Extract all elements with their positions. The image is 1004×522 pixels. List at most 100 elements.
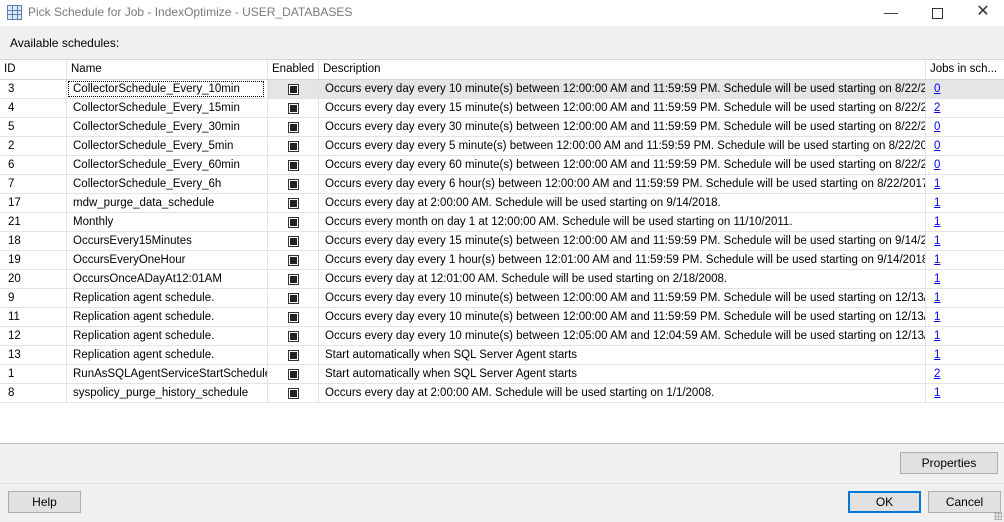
- jobs-count-link[interactable]: 1: [934, 311, 940, 323]
- enabled-checkbox[interactable]: [287, 293, 299, 304]
- table-row[interactable]: 5 CollectorSchedule_Every_30min Occurs eve…: [0, 118, 1004, 137]
- cancel-button[interactable]: Cancel: [928, 491, 1001, 513]
- enabled-checkbox[interactable]: [287, 84, 299, 95]
- cell-id: 21: [0, 213, 67, 232]
- enabled-checkbox[interactable]: [287, 369, 299, 380]
- resize-grip[interactable]: [994, 512, 1002, 520]
- enabled-checkbox[interactable]: [287, 122, 299, 133]
- cell-jobs: 2: [926, 99, 1004, 118]
- cell-enabled[interactable]: [268, 213, 319, 232]
- table-row[interactable]: 12 Replication agent schedule. Occurs ever…: [0, 327, 1004, 346]
- column-header-description[interactable]: Description: [319, 60, 926, 79]
- jobs-count-link[interactable]: 0: [934, 140, 940, 152]
- cell-enabled[interactable]: [268, 327, 319, 346]
- table-row[interactable]: 1 RunAsSQLAgentServiceStartSchedule Start …: [0, 365, 1004, 384]
- table-row[interactable]: 19 OccursEveryOneHour Occurs every day eve…: [0, 251, 1004, 270]
- cell-description: Occurs every day every 10 minute(s) betw…: [319, 80, 926, 99]
- enabled-checkbox[interactable]: [287, 198, 299, 209]
- jobs-count-link[interactable]: 1: [934, 387, 940, 399]
- close-button[interactable]: ✕: [960, 0, 1004, 26]
- cell-enabled[interactable]: [268, 175, 319, 194]
- enabled-checkbox[interactable]: [287, 388, 299, 399]
- table-row[interactable]: 20 OccursOnceADayAt12:01AM Occurs every da…: [0, 270, 1004, 289]
- cell-enabled[interactable]: [268, 99, 319, 118]
- jobs-count-link[interactable]: 0: [934, 159, 940, 171]
- table-row[interactable]: 4 CollectorSchedule_Every_15min Occurs eve…: [0, 99, 1004, 118]
- cell-name: CollectorSchedule_Every_15min: [67, 99, 268, 118]
- cell-enabled[interactable]: [268, 308, 319, 327]
- column-header-id[interactable]: ID: [0, 60, 67, 79]
- cell-id: 12: [0, 327, 67, 346]
- cell-enabled[interactable]: [268, 80, 319, 99]
- maximize-button[interactable]: [914, 0, 960, 26]
- jobs-count-link[interactable]: 2: [934, 102, 940, 114]
- cell-name: RunAsSQLAgentServiceStartSchedule: [67, 365, 268, 384]
- enabled-checkbox[interactable]: [287, 331, 299, 342]
- jobs-count-link[interactable]: 0: [934, 83, 940, 95]
- column-header-enabled[interactable]: Enabled: [268, 60, 319, 79]
- cell-enabled[interactable]: [268, 156, 319, 175]
- table-row[interactable]: 6 CollectorSchedule_Every_60min Occurs eve…: [0, 156, 1004, 175]
- jobs-count-link[interactable]: 1: [934, 216, 940, 228]
- cell-enabled[interactable]: [268, 365, 319, 384]
- table-row[interactable]: 2 CollectorSchedule_Every_5min Occurs ever…: [0, 137, 1004, 156]
- jobs-count-link[interactable]: 0: [934, 121, 940, 133]
- enabled-checkbox[interactable]: [287, 217, 299, 228]
- table-row[interactable]: 17 mdw_purge_data_schedule Occurs every da…: [0, 194, 1004, 213]
- minimize-button[interactable]: —: [868, 0, 914, 26]
- properties-button[interactable]: Properties: [900, 452, 998, 474]
- grid-header: ID Name Enabled Description Jobs in sch.…: [0, 60, 1004, 80]
- enabled-checkbox[interactable]: [287, 236, 299, 247]
- table-row[interactable]: 7 CollectorSchedule_Every_6h Occurs every …: [0, 175, 1004, 194]
- jobs-count-link[interactable]: 1: [934, 197, 940, 209]
- cell-enabled[interactable]: [268, 346, 319, 365]
- table-row[interactable]: 8 syspolicy_purge_history_schedule Occurs …: [0, 384, 1004, 403]
- jobs-count-link[interactable]: 1: [934, 292, 940, 304]
- cell-description: Occurs every day every 30 minute(s) betw…: [319, 118, 926, 137]
- jobs-count-link[interactable]: 1: [934, 178, 940, 190]
- enabled-checkbox[interactable]: [287, 141, 299, 152]
- table-row[interactable]: 21 Monthly Occurs every month on day 1 at …: [0, 213, 1004, 232]
- jobs-count-link[interactable]: 1: [934, 349, 940, 361]
- cell-jobs: 1: [926, 175, 1004, 194]
- column-header-name[interactable]: Name: [67, 60, 268, 79]
- enabled-checkbox[interactable]: [287, 160, 299, 171]
- enabled-checkbox[interactable]: [287, 312, 299, 323]
- maximize-icon: [931, 8, 943, 19]
- enabled-checkbox[interactable]: [287, 103, 299, 114]
- cell-id: 3: [0, 80, 67, 99]
- cell-enabled[interactable]: [268, 270, 319, 289]
- jobs-count-link[interactable]: 1: [934, 254, 940, 266]
- table-row[interactable]: 11 Replication agent schedule. Occurs ever…: [0, 308, 1004, 327]
- cell-enabled[interactable]: [268, 289, 319, 308]
- jobs-count-link[interactable]: 1: [934, 273, 940, 285]
- cell-enabled[interactable]: [268, 118, 319, 137]
- cell-enabled[interactable]: [268, 232, 319, 251]
- cell-jobs: 1: [926, 327, 1004, 346]
- separator: [0, 483, 1004, 484]
- cell-description: Occurs every day every 15 minute(s) betw…: [319, 99, 926, 118]
- enabled-checkbox[interactable]: [287, 350, 299, 361]
- table-row[interactable]: 13 Replication agent schedule. Start autom…: [0, 346, 1004, 365]
- enabled-checkbox[interactable]: [287, 179, 299, 190]
- jobs-count-link[interactable]: 1: [934, 235, 940, 247]
- ok-button[interactable]: OK: [848, 491, 921, 513]
- cell-enabled[interactable]: [268, 137, 319, 156]
- table-row[interactable]: 18 OccursEvery15Minutes Occurs every day e…: [0, 232, 1004, 251]
- cell-enabled[interactable]: [268, 384, 319, 403]
- column-header-jobs[interactable]: Jobs in sch...: [926, 60, 1004, 79]
- table-icon: [7, 5, 22, 20]
- help-button[interactable]: Help: [8, 491, 81, 513]
- jobs-count-link[interactable]: 2: [934, 368, 940, 380]
- cell-enabled[interactable]: [268, 194, 319, 213]
- cell-id: 5: [0, 118, 67, 137]
- cell-jobs: 1: [926, 270, 1004, 289]
- table-row[interactable]: 9 Replication agent schedule. Occurs every…: [0, 289, 1004, 308]
- cell-id: 13: [0, 346, 67, 365]
- schedules-grid[interactable]: ID Name Enabled Description Jobs in sch.…: [0, 59, 1004, 444]
- enabled-checkbox[interactable]: [287, 255, 299, 266]
- jobs-count-link[interactable]: 1: [934, 330, 940, 342]
- table-row[interactable]: 3 CollectorSchedule_Every_10min Occurs eve…: [0, 80, 1004, 99]
- enabled-checkbox[interactable]: [287, 274, 299, 285]
- cell-enabled[interactable]: [268, 251, 319, 270]
